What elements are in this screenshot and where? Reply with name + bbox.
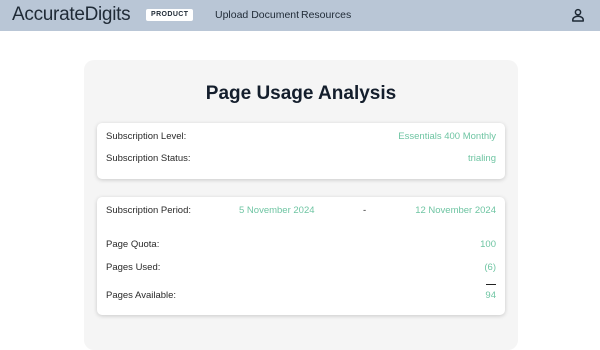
period-start-date: 5 November 2024	[239, 205, 315, 216]
subscription-level-label: Subscription Level:	[106, 131, 187, 142]
page-title: Page Usage Analysis	[205, 83, 397, 104]
subscription-status-label: Subscription Status:	[106, 153, 191, 164]
nav-resources[interactable]: Resources	[301, 9, 351, 22]
page-quota-label: Page Quota:	[106, 239, 160, 250]
period-separator: -	[363, 205, 367, 216]
subscription-period-label: Subscription Period:	[106, 205, 192, 216]
sum-divider	[486, 284, 496, 285]
user-icon[interactable]	[571, 8, 585, 22]
page-quota-value: 100	[480, 239, 496, 250]
accuratedigits-logo[interactable]: AccurateDigits	[12, 3, 131, 27]
pages-available-label: Pages Available:	[106, 290, 177, 301]
pages-available-value: 94	[485, 290, 496, 301]
pages-used-value: (6)	[484, 262, 496, 273]
subscription-level-value: Essentials 400 Monthly	[398, 131, 496, 142]
product-badge: PRODUCT	[146, 9, 194, 21]
top-navigation-bar: AccurateDigits PRODUCT Upload Document R…	[0, 0, 600, 31]
subscription-status-value: trialing	[468, 153, 496, 164]
nav-upload-document[interactable]: Upload Document	[215, 9, 299, 22]
pages-used-label: Pages Used:	[106, 262, 161, 273]
period-end-date: 12 November 2024	[415, 205, 496, 216]
